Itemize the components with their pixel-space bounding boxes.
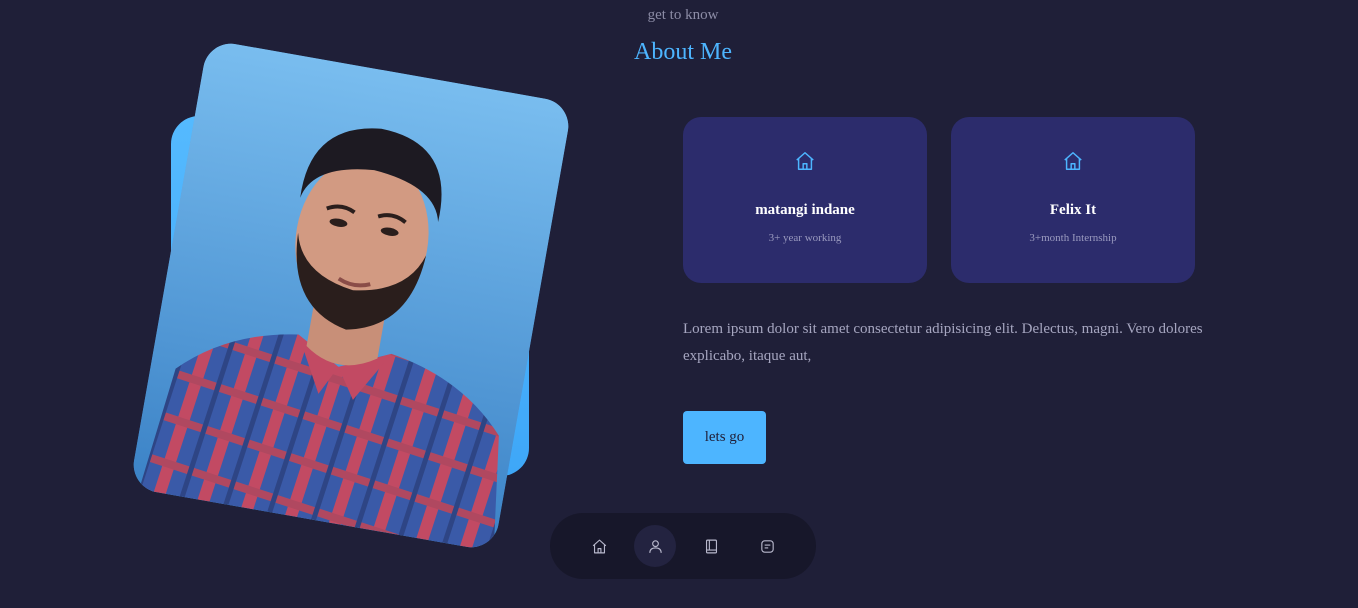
about-paragraph: Lorem ipsum dolor sit amet consectetur a…: [683, 321, 1203, 364]
home-icon: [592, 539, 606, 553]
home-icon: [796, 152, 814, 170]
experience-card: matangi indane 3+ year working: [683, 117, 927, 283]
bottom-nav: [550, 513, 816, 579]
book-icon: [705, 539, 717, 553]
nav-experience[interactable]: [690, 525, 732, 567]
section-header: get to know About Me: [0, 0, 1358, 66]
lets-go-button[interactable]: lets go: [683, 411, 766, 464]
card-subtitle: 3+month Internship: [1029, 232, 1117, 244]
card-title: matangi indane: [755, 202, 855, 218]
internship-card: Felix It 3+month Internship: [951, 117, 1195, 283]
card-title: Felix It: [1049, 202, 1097, 218]
home-icon: [1064, 152, 1082, 170]
message-icon: [760, 539, 774, 553]
profile-photo-illustration: [129, 39, 573, 552]
section-subtitle: get to know: [647, 7, 719, 23]
nav-contact[interactable]: [746, 525, 788, 567]
nav-home[interactable]: [578, 525, 620, 567]
profile-photo: [129, 39, 573, 552]
nav-about[interactable]: [634, 525, 676, 567]
about-section: get to know About Me matangi indane 3+ y…: [0, 0, 1358, 608]
card-subtitle: 3+ year working: [768, 232, 842, 244]
user-icon: [648, 539, 662, 553]
